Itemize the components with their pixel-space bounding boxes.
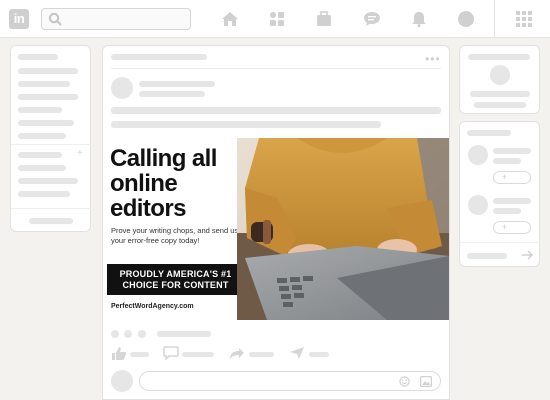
author-name-placeholder — [139, 81, 215, 87]
profile-avatar[interactable] — [490, 65, 510, 85]
notifications-icon[interactable] — [410, 11, 428, 27]
sidebar-placeholder — [18, 81, 70, 87]
sidebar-divider — [11, 144, 92, 145]
like-button[interactable] — [130, 352, 149, 357]
profile-placeholder — [474, 102, 526, 108]
ad-badge-line1: PROUDLY AMERICA'S #1 — [119, 269, 232, 279]
like-icon[interactable] — [111, 346, 127, 361]
image-icon[interactable] — [420, 376, 432, 387]
follow-button[interactable]: + — [493, 221, 531, 234]
add-icon[interactable]: + — [77, 149, 85, 159]
post-text-placeholder — [111, 107, 441, 114]
sidebar-placeholder — [18, 165, 66, 171]
suggestion-avatar[interactable] — [468, 195, 488, 215]
right-suggestions-card: + + — [459, 121, 541, 267]
post-header-placeholder — [111, 54, 207, 60]
sidebar-divider — [11, 208, 92, 209]
send-icon[interactable] — [289, 346, 305, 360]
card-divider — [460, 242, 541, 243]
jobs-icon[interactable] — [315, 11, 333, 27]
sidebar-placeholder — [18, 94, 78, 100]
share-button[interactable] — [249, 352, 274, 357]
top-navigation-bar: in — [0, 0, 550, 38]
home-icon[interactable] — [221, 11, 239, 27]
sidebar-placeholder — [18, 191, 70, 197]
view-all-placeholder[interactable] — [467, 253, 507, 259]
comment-icon[interactable] — [163, 346, 179, 360]
suggestions-title-placeholder — [467, 130, 511, 136]
ad-badge: PROUDLY AMERICA'S #1 CHOICE FOR CONTENT — [107, 264, 244, 295]
arrow-right-icon[interactable] — [522, 250, 534, 260]
comment-input[interactable] — [139, 371, 441, 391]
profile-placeholder — [468, 54, 530, 60]
reaction-icon — [124, 330, 132, 338]
sidebar-placeholder[interactable] — [29, 218, 73, 224]
ad-photo-laptop-typing — [237, 138, 449, 320]
search-icon — [48, 12, 62, 26]
follow-button[interactable]: + — [493, 171, 531, 184]
ad-headline: Calling all online editors — [110, 145, 217, 222]
post-text-placeholder — [111, 121, 381, 128]
sidebar-placeholder — [18, 120, 74, 126]
suggestion-placeholder — [493, 198, 531, 204]
sidebar-placeholder — [18, 178, 78, 184]
linkedin-logo[interactable]: in — [9, 9, 29, 29]
ad-subtext: Prove your writing chops, and send us yo… — [111, 226, 239, 245]
more-options-icon[interactable]: ••• — [425, 52, 441, 66]
sidebar-placeholder — [18, 152, 62, 158]
emoji-icon[interactable] — [399, 376, 410, 387]
ad-badge-line2: CHOICE FOR CONTENT — [122, 279, 229, 290]
user-avatar — [111, 370, 133, 392]
right-profile-card — [459, 45, 540, 114]
author-meta-placeholder — [139, 91, 205, 97]
nav-divider — [494, 0, 495, 38]
share-icon[interactable] — [229, 346, 245, 360]
network-icon[interactable] — [268, 11, 286, 27]
reaction-icon — [138, 330, 146, 338]
reactions-count-placeholder — [157, 331, 211, 337]
sidebar-placeholder — [18, 107, 62, 113]
suggestion-placeholder — [493, 158, 521, 164]
ad-url[interactable]: PerfectWordAgency.com — [111, 303, 194, 310]
search-input[interactable] — [41, 8, 191, 30]
left-sidebar-card: + — [10, 45, 92, 232]
comment-button[interactable] — [182, 352, 214, 357]
sidebar-placeholder — [18, 68, 78, 74]
reaction-icon — [111, 330, 119, 338]
me-avatar-icon[interactable] — [458, 11, 474, 27]
suggestion-placeholder — [493, 208, 521, 214]
apps-grid-icon[interactable] — [516, 11, 532, 27]
sidebar-placeholder — [18, 54, 58, 60]
sidebar-placeholder — [18, 133, 66, 139]
send-button[interactable] — [309, 352, 329, 357]
suggestion-placeholder — [493, 148, 531, 154]
profile-placeholder — [470, 91, 530, 97]
post-divider — [111, 68, 441, 69]
messaging-icon[interactable] — [363, 11, 381, 27]
author-avatar[interactable] — [111, 77, 133, 99]
suggestion-avatar[interactable] — [468, 145, 488, 165]
sponsored-ad-image[interactable]: Calling all online editors Prove your wr… — [103, 138, 449, 320]
